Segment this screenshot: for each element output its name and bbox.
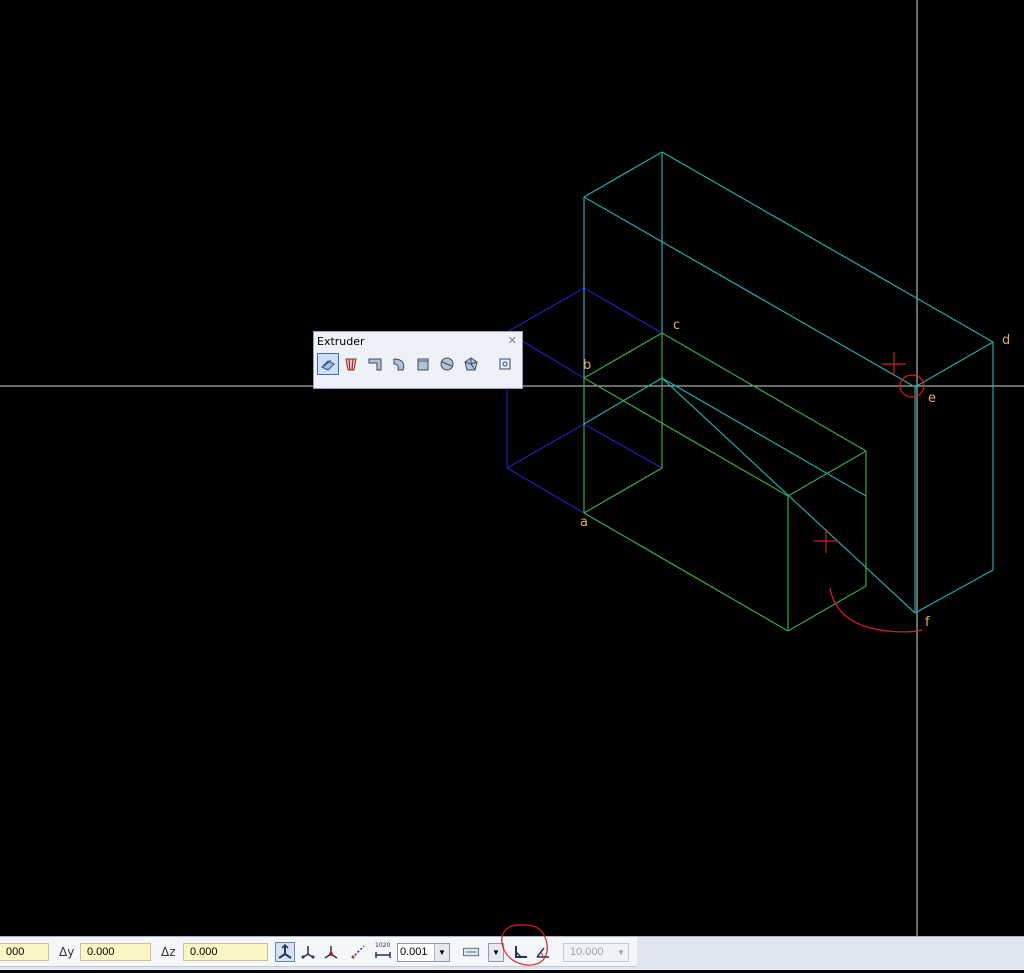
dimension-icon[interactable]: 1020 [373,942,393,962]
sweep-icon[interactable] [364,353,386,375]
red-annotation-circle [501,924,548,966]
point-label-f: f [925,615,930,630]
red-annotations [814,352,925,633]
point-label-d: d [1002,333,1010,348]
frustum-icon[interactable] [340,353,362,375]
close-icon[interactable]: ✕ [508,334,517,347]
cad-viewport[interactable]: a b c d e f Extruder ✕ [0,0,1024,936]
chevron-down-icon[interactable]: ▼ [434,944,449,961]
track-point-icon[interactable] [275,942,295,962]
polyhedron-icon[interactable] [460,353,482,375]
status-bar: 000 Δy 0.000 Δz 0.000 1020 0.001 ▼ ▼ 10.… [0,924,1024,970]
extruder-title: Extruder [317,335,365,348]
dz-label: Δz [161,945,176,959]
revolve-icon[interactable] [388,353,410,375]
intersect-point-icon[interactable] [321,942,341,962]
delta-point-icon[interactable] [298,942,318,962]
chevron-down-icon[interactable]: ▼ [614,944,628,961]
extrude-along-path-icon[interactable] [317,353,339,375]
sphere-icon[interactable] [436,353,458,375]
point-label-b: b [583,358,591,373]
dy-label: Δy [59,945,75,959]
point-label-e: e [928,391,936,406]
angle-value: 10.000 [570,946,604,958]
dx-input[interactable]: 000 [0,943,49,961]
dy-input[interactable]: 0.000 [80,943,151,961]
tolerance-select[interactable]: 0.001 ▼ [397,943,450,962]
point-label-c: c [673,318,680,333]
dz-input[interactable]: 0.000 [183,943,268,961]
extruder-toolbar[interactable]: Extruder ✕ [313,331,523,389]
angle-select[interactable]: 10.000 ▼ [563,943,629,962]
cad-scene: a b c d e f [0,0,1024,936]
dimension-caption: 1020 [375,942,391,949]
point-label-a: a [580,515,588,530]
tolerance-value: 0.001 [400,946,428,958]
box-icon[interactable] [412,353,434,375]
settings-icon[interactable] [494,353,516,375]
green-box [583,332,867,632]
line-dashed-icon[interactable] [348,942,368,962]
layout-icon[interactable] [458,942,484,962]
extruder-tools [316,353,520,379]
